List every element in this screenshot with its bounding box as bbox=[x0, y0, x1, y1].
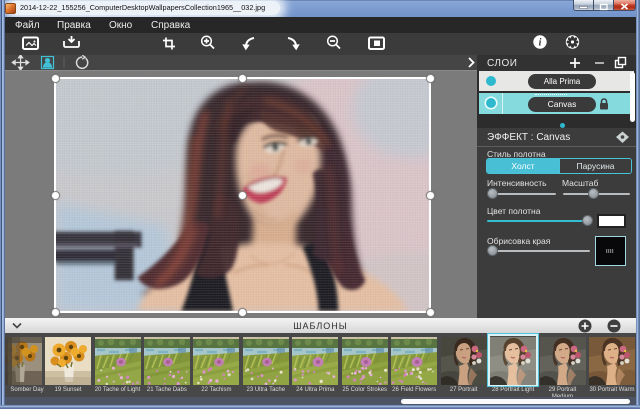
svg-text:i: i bbox=[539, 38, 542, 49]
